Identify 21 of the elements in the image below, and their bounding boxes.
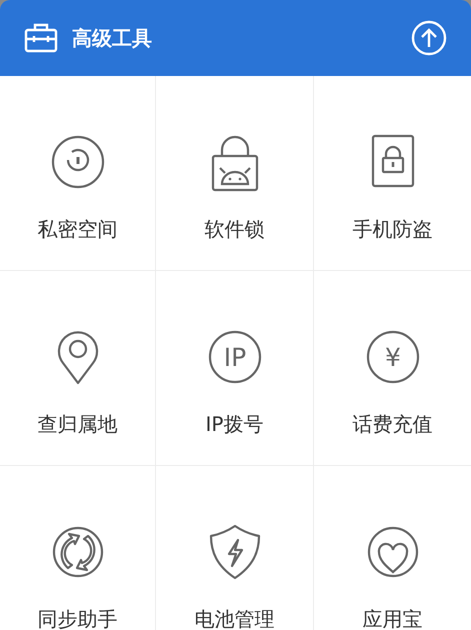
- tool-label: 话费充值: [352, 411, 432, 438]
- tool-tile[interactable]: 私密空间: [0, 76, 156, 271]
- tool-tile[interactable]: 手机防盗: [314, 76, 471, 271]
- tool-tile[interactable]: IP IP拨号: [156, 271, 314, 466]
- tool-tile[interactable]: 电池管理: [156, 466, 314, 630]
- tool-tile[interactable]: 软件锁: [156, 76, 314, 271]
- toolbox-icon: [24, 23, 58, 53]
- tool-label: 同步助手: [38, 606, 118, 630]
- tool-label: 查归属地: [38, 411, 118, 438]
- scroll-up-icon[interactable]: [411, 20, 447, 56]
- tool-label: 手机防盗: [352, 216, 432, 243]
- tool-label: 软件锁: [204, 216, 264, 243]
- tool-label: 应用宝: [362, 606, 422, 630]
- tool-label: 电池管理: [194, 606, 274, 630]
- tool-label: IP拨号: [206, 411, 264, 438]
- tool-tile[interactable]: 同步助手: [0, 466, 156, 630]
- tool-tile[interactable]: 应用宝: [314, 466, 471, 630]
- header-title: 高级工具: [72, 25, 152, 52]
- tool-tile[interactable]: 查归属地: [0, 271, 156, 466]
- tool-tile[interactable]: ¥ 话费充值: [314, 271, 471, 466]
- tool-label: 私密空间: [38, 216, 118, 243]
